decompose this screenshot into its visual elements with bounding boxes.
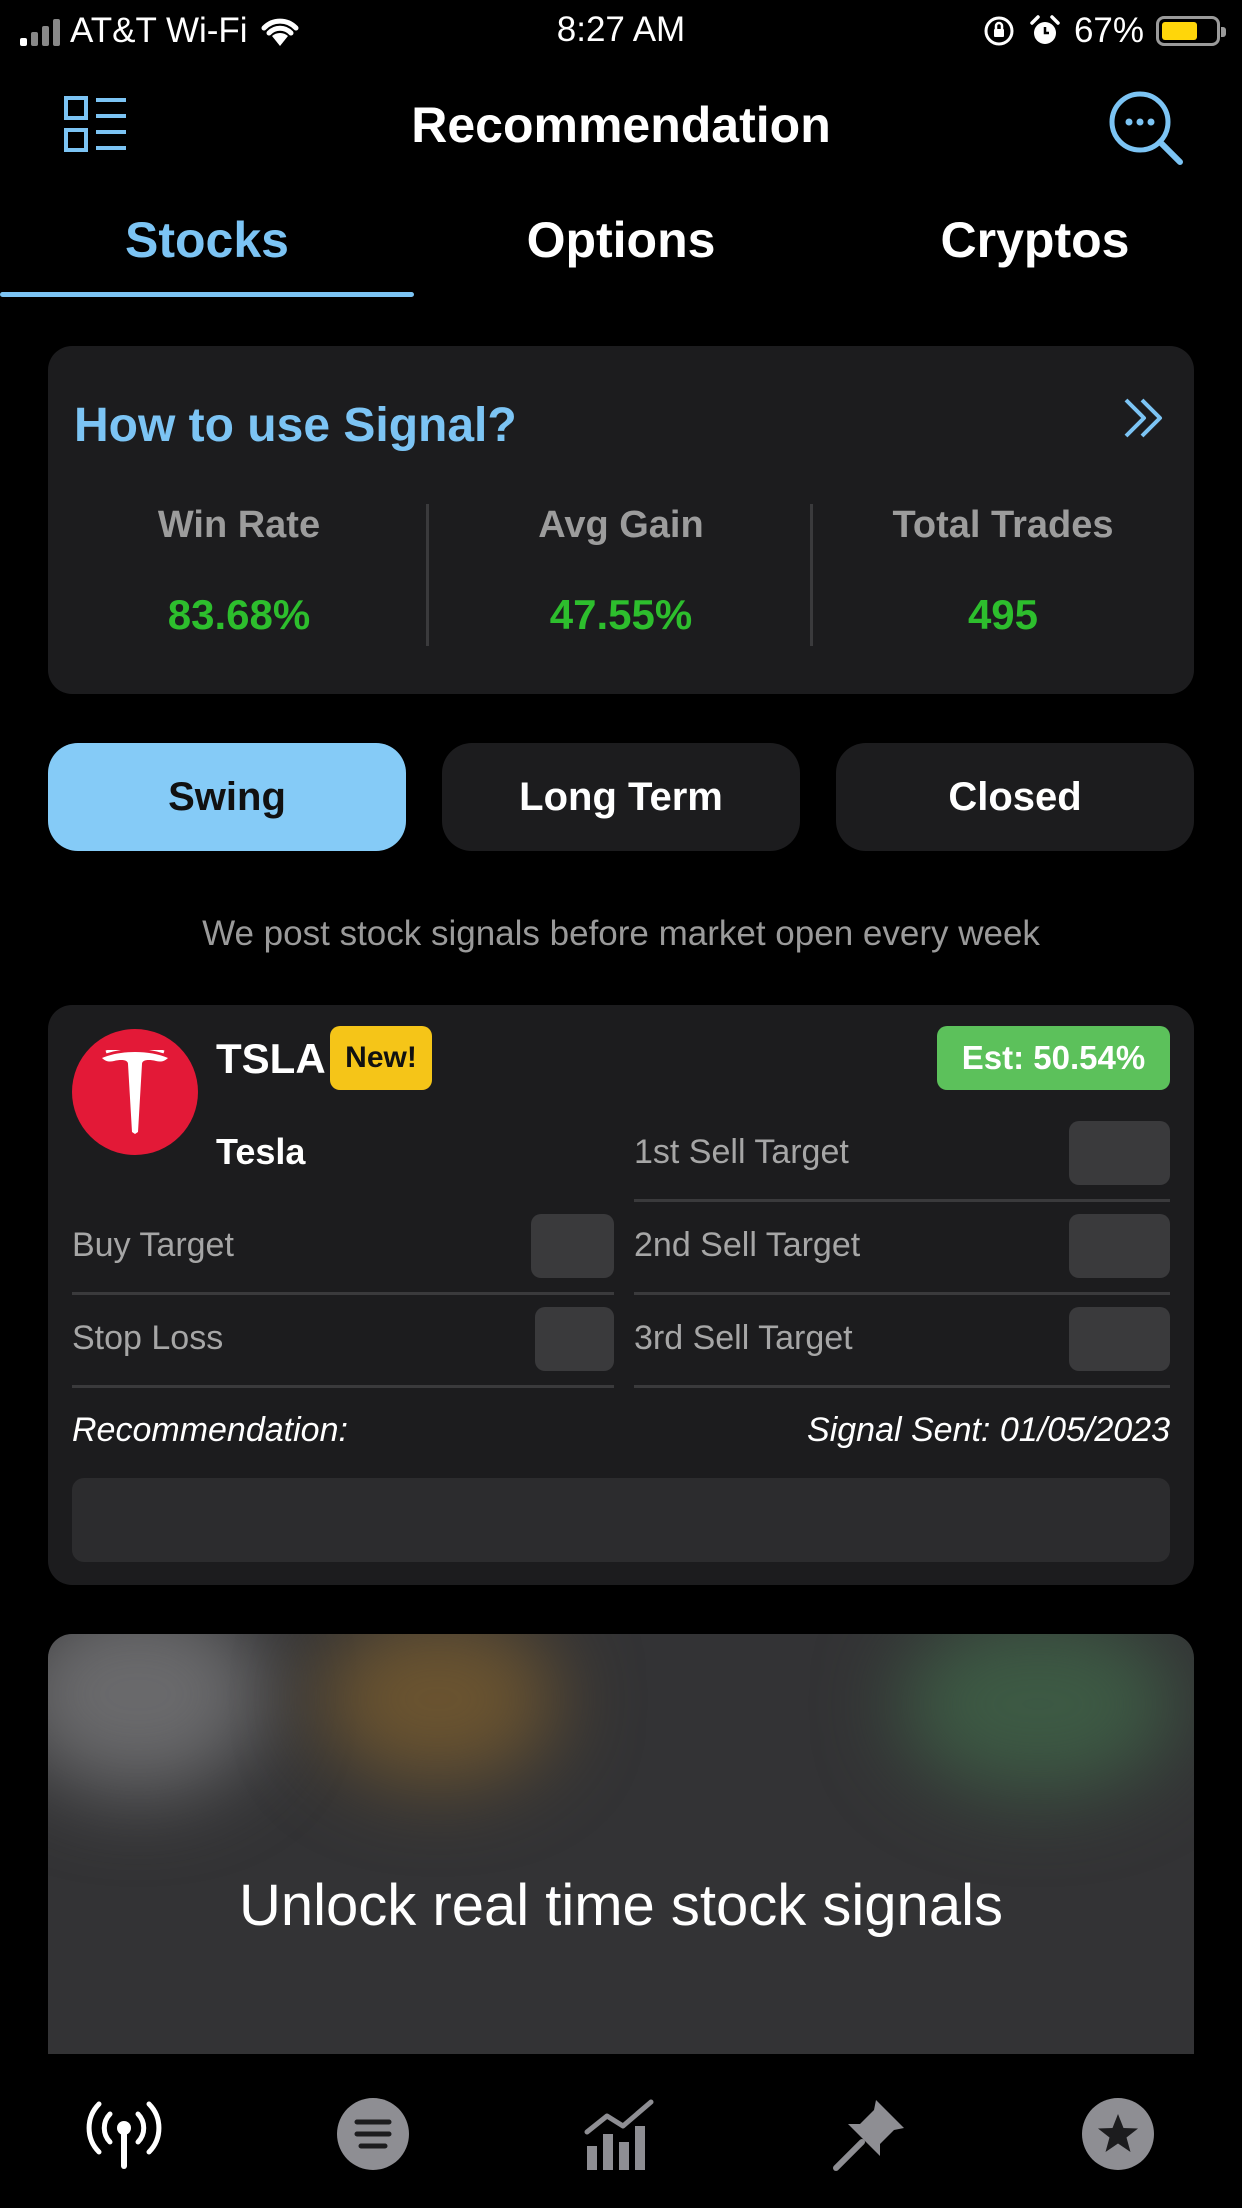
status-bar: AT&T Wi-Fi 8:27 AM 67%: [0, 0, 1242, 62]
buy-target-value: [531, 1214, 614, 1278]
battery-percent: 67%: [1073, 11, 1144, 50]
stat-win-rate: Win Rate 83.68%: [48, 504, 430, 639]
sell-target-1-value: [1069, 1121, 1170, 1185]
double-chevron-right-icon[interactable]: [1120, 394, 1168, 442]
sell-target-3-label: 3rd Sell Target: [634, 1319, 853, 1357]
sell-target-2-label: 2nd Sell Target: [634, 1226, 861, 1264]
stat-value: 83.68%: [167, 591, 311, 638]
bottom-tab-bar: [0, 2060, 1242, 2208]
notice-text: We post stock signals before market open…: [202, 914, 1040, 953]
signal-sent-date: Signal Sent: 01/05/2023: [807, 1411, 1170, 1449]
tesla-logo: [72, 1029, 198, 1155]
sell-target-3-value: [1069, 1307, 1170, 1371]
how-to-use-signal-link[interactable]: How to use Signal?: [74, 398, 517, 453]
recommendation-content: [72, 1478, 1170, 1562]
unlock-text: Unlock real time stock signals: [239, 1873, 1003, 1938]
buy-target-label: Buy Target: [72, 1226, 234, 1264]
stat-total-trades: Total Trades 495: [812, 504, 1194, 639]
orientation-lock-icon: [984, 16, 1014, 46]
tab-cryptos[interactable]: Cryptos: [828, 205, 1242, 297]
recommendation-label: Recommendation:: [72, 1411, 348, 1449]
alarm-icon: [1030, 15, 1060, 44]
tesla-logo-icon: [102, 1050, 168, 1134]
page-title: Recommendation: [411, 97, 831, 153]
segment-closed[interactable]: Closed: [836, 743, 1194, 851]
tab-stocks[interactable]: Stocks: [0, 205, 414, 297]
search-icon[interactable]: [1108, 90, 1184, 166]
blur-decoration: [48, 1634, 268, 1794]
stat-value: 47.55%: [549, 591, 693, 638]
estimate-badge: Est: 50.54%: [937, 1026, 1170, 1090]
signal-broadcast-icon[interactable]: [86, 2096, 162, 2172]
stat-avg-gain: Avg Gain 47.55%: [430, 504, 812, 639]
sell-target-2-value: [1069, 1214, 1170, 1278]
stat-label: Total Trades: [892, 504, 1114, 546]
stat-value: 495: [967, 591, 1039, 638]
segment-long-term[interactable]: Long Term: [442, 743, 800, 851]
divider: [72, 1292, 614, 1295]
chart-bars-icon[interactable]: [583, 2096, 659, 2172]
divider: [634, 1385, 1170, 1388]
stop-loss-value: [535, 1307, 614, 1371]
unlock-banner[interactable]: Unlock real time stock signals: [48, 1634, 1194, 2054]
stat-divider: [426, 504, 429, 646]
blur-decoration: [318, 1634, 558, 1784]
stock-signal-card[interactable]: TSLA New! Est: 50.54% Tesla 1st Sell Tar…: [48, 1005, 1194, 1585]
new-badge: New!: [330, 1026, 432, 1090]
blur-decoration: [898, 1634, 1178, 1794]
status-right: 67%: [982, 10, 1226, 52]
news-list-icon[interactable]: [335, 2096, 411, 2172]
divider: [634, 1292, 1170, 1295]
sell-target-1-label: 1st Sell Target: [634, 1133, 849, 1171]
stock-ticker: TSLA: [216, 1035, 326, 1082]
battery-icon: [1156, 16, 1226, 46]
segment-swing[interactable]: Swing: [48, 743, 406, 851]
pin-icon[interactable]: [832, 2096, 908, 2172]
stat-label: Win Rate: [157, 504, 321, 546]
divider: [634, 1199, 1170, 1202]
star-icon[interactable]: [1080, 2096, 1156, 2172]
company-name: Tesla: [216, 1131, 306, 1172]
stop-loss-label: Stop Loss: [72, 1319, 224, 1357]
signal-info-card[interactable]: How to use Signal? Win Rate 83.68% Avg G…: [48, 346, 1194, 694]
category-tabs: Stocks Options Cryptos: [0, 205, 1242, 297]
stat-label: Avg Gain: [538, 504, 704, 546]
divider: [72, 1385, 614, 1388]
tab-options[interactable]: Options: [414, 205, 828, 297]
